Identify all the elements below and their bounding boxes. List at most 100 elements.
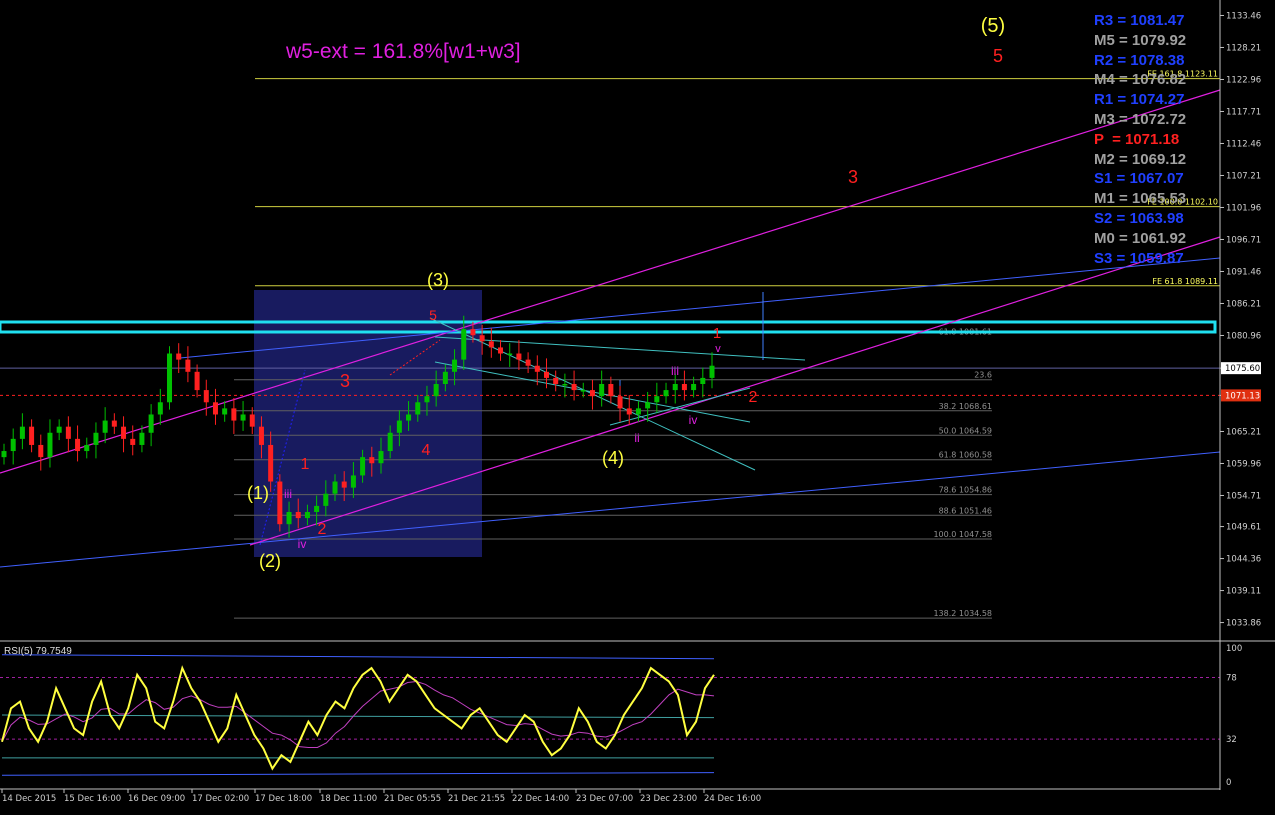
x-tick-label: 23 Dec 23:00 (640, 794, 697, 804)
candle-body (194, 371, 200, 391)
candle-body (424, 396, 430, 403)
candle-body (580, 390, 586, 392)
candle-body (645, 402, 651, 409)
candle-body (56, 426, 62, 433)
fib-level-label: 78.6 1054.86 (939, 486, 992, 495)
candle-body (111, 420, 117, 427)
rsi-y-label: 78 (1226, 673, 1237, 683)
pivot-level: P = 1071.18 (1094, 130, 1180, 148)
fe-level-label: FE 61.8 1089.11 (1152, 277, 1218, 286)
rsi-y-label: 0 (1226, 778, 1231, 788)
pivot-level: R3 = 1081.47 (1094, 12, 1185, 29)
wave-extension-annotation: w5-ext = 161.8%[w1+w3] (286, 40, 521, 63)
candle-body (433, 384, 439, 397)
candle-body (360, 457, 366, 476)
candle-body (258, 426, 264, 445)
wave-label: 2 (318, 521, 327, 538)
y-tick-label: 1080.96 (1226, 331, 1261, 341)
y-tick-label: 1049.61 (1226, 523, 1261, 533)
fib-level-label: 88.6 1051.46 (939, 506, 992, 515)
candle-body (231, 408, 237, 421)
candle-body (222, 408, 228, 415)
candle-body (102, 420, 108, 433)
candle-body (525, 359, 531, 366)
candle-body (709, 365, 715, 378)
wave-label: 5 (993, 46, 1003, 66)
candle-body (553, 377, 559, 384)
wave-label: (2) (259, 551, 281, 571)
y-tick-label: 1133.46 (1226, 11, 1261, 21)
pivot-level: S3 = 1059.87 (1094, 249, 1184, 267)
x-tick-label: 22 Dec 14:00 (512, 794, 569, 804)
candle-body (681, 384, 687, 391)
candle-body (38, 444, 44, 458)
fib-level-label: 61.8 1060.58 (939, 451, 992, 460)
wave-label: iii (671, 364, 679, 378)
wave-label: iv (298, 537, 307, 551)
y-tick-label: 1096.71 (1226, 235, 1261, 245)
pivot-level: S2 = 1063.98 (1094, 209, 1184, 227)
current-price-label: 1075.60 (1225, 364, 1260, 374)
y-tick-label: 1122.96 (1226, 75, 1261, 85)
candle-body (672, 384, 678, 391)
wave-label: 1 (301, 456, 310, 473)
candle-body (507, 353, 513, 356)
candle-body (700, 377, 706, 384)
candle-body (19, 426, 25, 439)
x-tick-label: 14 Dec 2015 (2, 794, 56, 804)
candle-body (663, 390, 669, 397)
candle-body (350, 475, 356, 488)
pivot-level: M5 = 1079.92 (1094, 31, 1187, 49)
candle-body (589, 390, 595, 397)
price-chart[interactable]: 23.6 38.2 1068.61 50.0 1064.59 61.8 1060.58… (0, 0, 1275, 815)
candle-body (323, 493, 329, 506)
candle-body (635, 408, 641, 415)
fib-level-label: 50.0 1064.59 (939, 426, 992, 435)
pivot-level: M3 = 1072.72 (1094, 110, 1187, 128)
wave-label: iv (689, 413, 698, 427)
y-tick-label: 1086.21 (1226, 299, 1261, 309)
fib-level-label: 100.0 1047.58 (933, 530, 992, 539)
y-tick-label: 1059.96 (1226, 459, 1261, 469)
candle-body (286, 512, 292, 525)
candle-body (75, 438, 81, 452)
candle-body (608, 384, 614, 397)
candle-body (332, 481, 338, 494)
fib-level-label: 38.2 1068.61 (939, 402, 992, 411)
candle-body (84, 444, 90, 452)
y-tick-label: 1054.71 (1226, 491, 1261, 501)
candle-body (1, 451, 7, 458)
candle-body (599, 384, 605, 397)
x-tick-label: 21 Dec 21:55 (448, 794, 505, 804)
candle-body (406, 414, 412, 421)
candle-body (452, 359, 458, 372)
candle-body (240, 414, 246, 421)
candle-body (176, 353, 182, 360)
rsi-indicator-label: RSI(5) 79.7549 (4, 646, 72, 657)
pivot-level: R1 = 1074.27 (1094, 91, 1185, 109)
wave-label: 3 (340, 371, 350, 391)
candle-body (157, 402, 163, 415)
pivot-levels-panel: R3 = 1081.47 M5 = 1079.92 R2 = 1078.38 M4 =… (1094, 11, 1186, 268)
candle-body (167, 353, 173, 403)
candle-body (654, 396, 660, 403)
pivot-level: M1 = 1065.53 (1094, 190, 1187, 208)
candle-body (93, 432, 99, 445)
candle-body (121, 426, 127, 439)
candle-body (626, 408, 632, 415)
candle-body (65, 426, 71, 439)
candle-body (268, 444, 274, 482)
x-tick-label: 21 Dec 05:55 (384, 794, 441, 804)
candle-body (139, 432, 145, 445)
candle-body (295, 512, 301, 519)
wave-label: iii (284, 487, 292, 501)
wave-label: (3) (427, 270, 449, 290)
rsi-y-label: 32 (1226, 735, 1237, 745)
candle-body (396, 420, 402, 433)
candle-body (479, 335, 485, 342)
wave-label: (5) (981, 15, 1005, 37)
candle-body (516, 353, 522, 360)
pivot-level: M4 = 1076.82 (1094, 71, 1187, 89)
pivot-level: M0 = 1061.92 (1094, 229, 1187, 247)
pivot-level: R2 = 1078.38 (1094, 51, 1185, 69)
